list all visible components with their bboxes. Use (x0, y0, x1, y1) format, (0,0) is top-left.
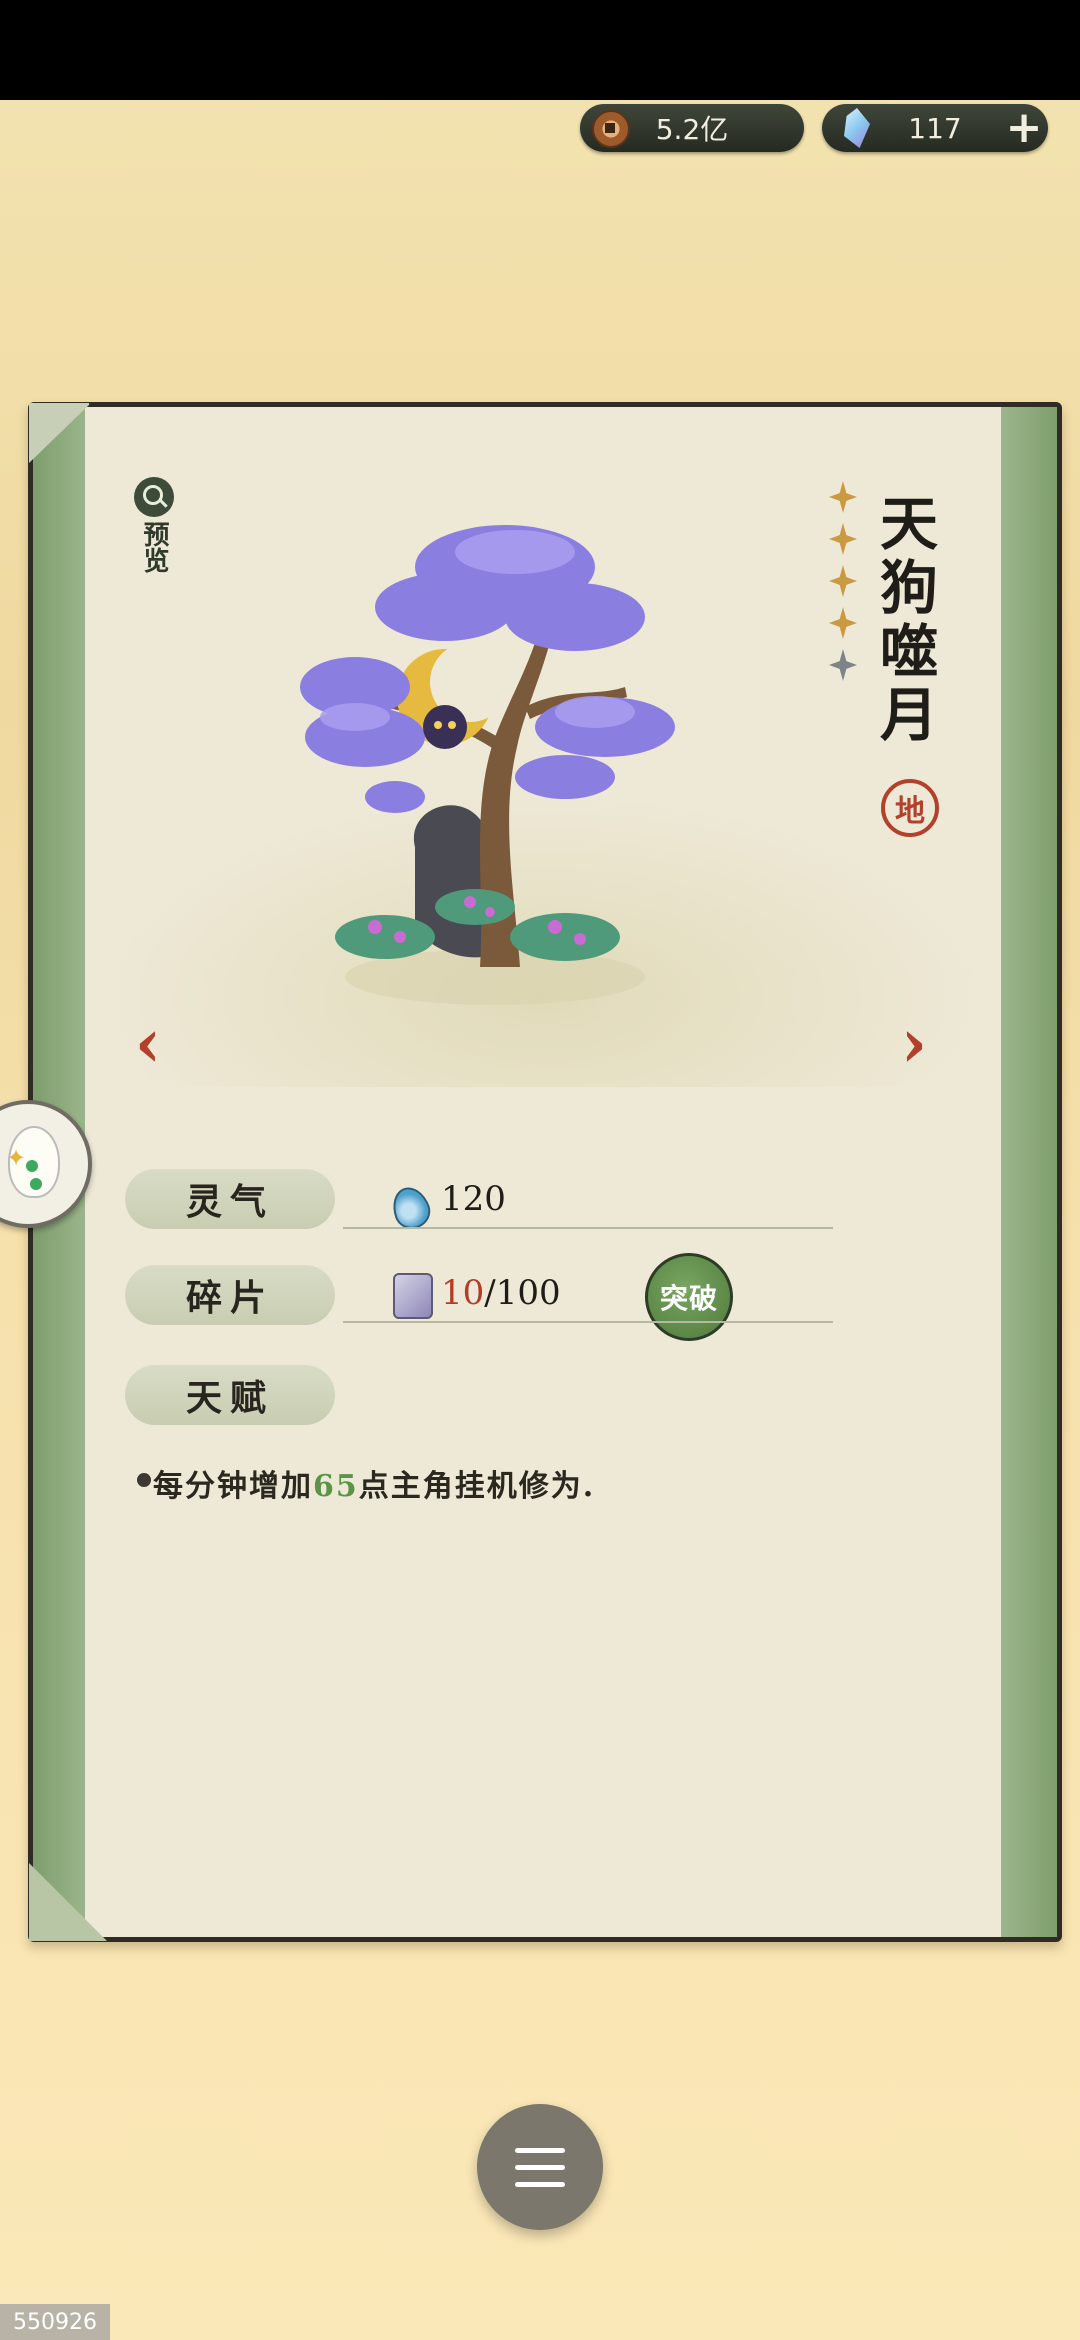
card-title: 天 狗 噬 月 (869, 490, 949, 750)
status-dot (30, 1178, 42, 1190)
star-filled-icon (829, 523, 857, 555)
next-arrow-button[interactable]: › (889, 1010, 939, 1076)
title-char: 噬 (879, 617, 938, 686)
status-bar (0, 0, 1080, 100)
spirit-value: 120 (441, 1179, 506, 1219)
hamburger-line (515, 2148, 565, 2153)
star-rating (823, 481, 863, 691)
talent-prefix: 每分钟增加 (153, 1469, 313, 1504)
menu-button[interactable] (477, 2104, 603, 2230)
hamburger-line (515, 2165, 565, 2170)
spirit-tree-card: 预览 天 狗 噬 月 地 ‹ › 灵气 120 碎片 10/100 突破 天赋 … (28, 402, 1062, 1942)
preview-label: 预览 (139, 521, 169, 573)
status-dot (26, 1160, 38, 1172)
magnifier-icon (134, 477, 174, 517)
grade-seal: 地 (881, 779, 939, 837)
talent-amount: 65 (313, 1469, 359, 1504)
fragment-current: 10 (441, 1273, 485, 1313)
sparkle-icon: ✦ (6, 1144, 27, 1172)
title-char: 狗 (879, 553, 938, 622)
watermark: 550926 (0, 2304, 110, 2340)
coin-balance: 5.2亿 (580, 104, 804, 152)
star-filled-icon (829, 607, 857, 639)
add-gems-button[interactable]: + (1000, 104, 1048, 152)
fragment-count: 10/100 (441, 1273, 561, 1313)
talent-label: 天赋 (125, 1365, 335, 1425)
spirit-tree-illustration (300, 525, 675, 1005)
hamburger-line (515, 2182, 565, 2187)
talent-description: 每分钟增加65点主角挂机修为. (153, 1461, 595, 1505)
divider (343, 1321, 833, 1323)
coin-amount: 5.2亿 (655, 113, 729, 146)
star-filled-icon (829, 565, 857, 597)
star-empty-icon (829, 649, 857, 681)
fragment-label: 碎片 (125, 1265, 335, 1325)
title-char: 天 (879, 490, 938, 558)
fragment-total: /100 (484, 1273, 561, 1313)
scroll-border-right (1001, 407, 1057, 1937)
gem-balance: 117 + (822, 104, 1048, 152)
fragment-icon (393, 1273, 433, 1319)
star-filled-icon (829, 481, 857, 513)
bullet-icon (137, 1473, 151, 1487)
title-char: 月 (879, 681, 938, 750)
spirit-label: 灵气 (125, 1169, 335, 1229)
divider (343, 1227, 833, 1229)
preview-button[interactable]: 预览 (129, 477, 179, 573)
breakthrough-button[interactable]: 突破 (645, 1253, 733, 1341)
talent-suffix: 点主角挂机修为. (358, 1469, 596, 1504)
prev-arrow-button[interactable]: ‹ (123, 1010, 173, 1076)
